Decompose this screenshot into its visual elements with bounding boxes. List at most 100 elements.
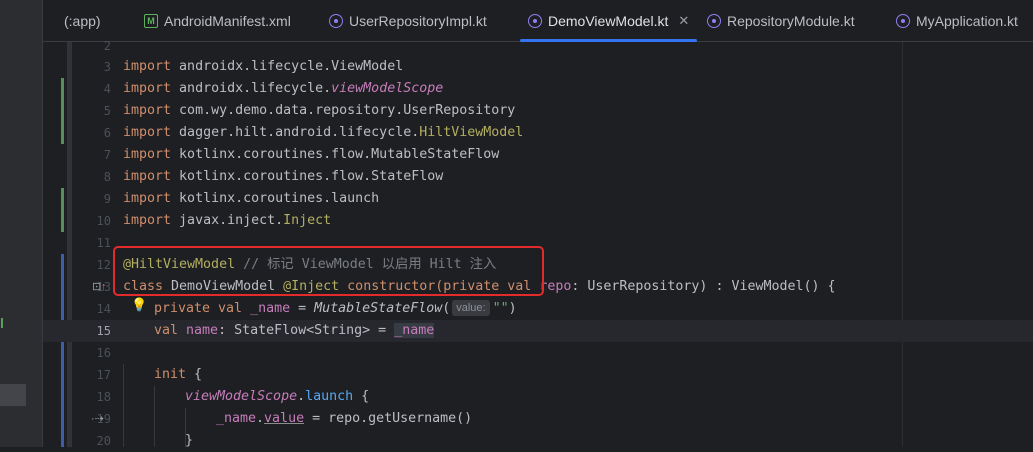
line-number: 10 (96, 214, 111, 228)
property-reference: _name (394, 323, 435, 338)
line-number: 12 (96, 258, 111, 272)
code-text: } (185, 430, 193, 452)
lightbulb-icon[interactable]: 💡 (131, 297, 147, 313)
line-number: 9 (103, 192, 111, 206)
code-token: ) (508, 301, 517, 316)
code-token: kotlinx.coroutines.flow.MutableStateFlow (171, 147, 500, 162)
code-line: 9 import kotlinx.coroutines.launch (43, 188, 1033, 210)
extension-property: viewModelScope (331, 81, 444, 96)
line-number: 20 (96, 434, 111, 448)
code-line-current: 15 val name: StateFlow<String> = _name (43, 320, 1033, 342)
line-number: 4 (103, 82, 111, 96)
code-line: 16 (43, 342, 1033, 364)
suspend-call-icon[interactable]: ·⇢ (91, 408, 104, 430)
line-number: 7 (103, 148, 111, 162)
code-token: : StateFlow<String> = (218, 323, 395, 338)
code-line: 2 (43, 35, 1033, 57)
kotlin-file-icon (707, 14, 721, 28)
line-number: 2 (103, 39, 111, 53)
code-line: 6 import dagger.hilt.android.lifecycle.H… (43, 122, 1033, 144)
code-editor[interactable]: 2 3 import androidx.lifecycle.ViewModel … (43, 39, 1033, 448)
code-text: import kotlinx.coroutines.flow.StateFlow (123, 166, 443, 188)
code-line: 14 private val _name = MutableStateFlow(… (43, 298, 1033, 320)
code-text: _name.value = repo.getUsername() (216, 408, 472, 430)
code-text: import kotlinx.coroutines.flow.MutableSt… (123, 144, 499, 166)
code-token: . (256, 411, 265, 426)
line-number: 5 (103, 104, 111, 118)
code-text: init { (154, 364, 202, 386)
vcs-change-marker (1, 318, 3, 328)
code-token: = repo.getUsername() (304, 411, 473, 426)
code-line: 17 init { (43, 364, 1033, 386)
code-token: { (186, 367, 203, 382)
annotation: HiltViewModel (419, 125, 524, 140)
code-text: import javax.inject.Inject (123, 210, 331, 232)
code-line: 10 import javax.inject.Inject (43, 210, 1033, 232)
property: value (264, 411, 305, 426)
keyword: import (123, 191, 172, 206)
keyword: import (123, 59, 172, 74)
kotlin-file-icon (528, 14, 542, 28)
selected-tree-item[interactable] (0, 384, 26, 406)
code-text: val name: StateFlow<String> = _name (154, 320, 435, 342)
code-line: 18 viewModelScope.launch { (43, 386, 1033, 408)
code-text: import androidx.lifecycle.ViewModel (123, 56, 403, 78)
code-line: 5 import com.wy.demo.data.repository.Use… (43, 100, 1033, 122)
string-literal: "" (492, 301, 509, 316)
line-number: 14 (96, 302, 111, 316)
keyword: import (123, 213, 172, 228)
code-text: import androidx.lifecycle.viewModelScope (123, 78, 443, 100)
code-token: com.wy.demo.data.repository.UserReposito… (171, 103, 516, 118)
override-arrow-icon[interactable]: ↑ (101, 276, 107, 298)
highlight-box (113, 246, 544, 296)
project-tool-window-strip (0, 0, 42, 447)
code-token: kotlinx.coroutines.flow.StateFlow (171, 169, 444, 184)
line-number: 18 (96, 390, 111, 404)
kotlin-file-icon (896, 14, 910, 28)
code-line: 8 import kotlinx.coroutines.flow.StateFl… (43, 166, 1033, 188)
line-number: 11 (96, 236, 111, 250)
line-number: 15 (96, 324, 111, 338)
code-line: 20 } (43, 430, 1033, 452)
line-number: 17 (96, 368, 111, 382)
code-token: : UserRepository) : ViewModel() { (571, 279, 836, 294)
code-token: androidx.lifecycle. (171, 81, 332, 96)
line-number: 16 (96, 346, 111, 360)
extension-property: viewModelScope (185, 389, 298, 404)
code-token: = (290, 301, 315, 316)
code-token: kotlinx.coroutines.launch (171, 191, 380, 206)
code-text: private val _name = MutableStateFlow(val… (154, 298, 517, 320)
code-line: 4 import androidx.lifecycle.viewModelSco… (43, 78, 1033, 100)
keyword: private val (154, 301, 243, 316)
property: name (178, 323, 219, 338)
code-token: dagger.hilt.android.lifecycle. (171, 125, 420, 140)
tab-label: (:app) (64, 13, 101, 29)
property: _name (242, 301, 291, 316)
implemented-icon[interactable]: ⊡ (92, 276, 101, 298)
tab-label: MyApplication.kt (916, 13, 1018, 29)
tab-label: UserRepositoryImpl.kt (349, 13, 487, 29)
tab-label: RepositoryModule.kt (727, 13, 855, 29)
property: _name (216, 411, 257, 426)
close-icon[interactable]: ✕ (678, 13, 689, 29)
code-token: } (185, 433, 194, 448)
keyword: import (123, 81, 172, 96)
code-text: import kotlinx.coroutines.launch (123, 188, 379, 210)
line-number: 8 (103, 170, 111, 184)
keyword: import (123, 103, 172, 118)
code-token: ( (442, 301, 451, 316)
kotlin-file-icon (329, 14, 343, 28)
keyword: init (154, 367, 187, 382)
parameter-hint: value: (452, 300, 490, 316)
code-token: . (297, 389, 306, 404)
line-number: 6 (103, 126, 111, 140)
code-token: javax.inject. (171, 213, 284, 228)
function-call: MutableStateFlow (314, 301, 443, 316)
code-token: androidx.lifecycle.ViewModel (171, 59, 404, 74)
annotation: Inject (283, 213, 332, 228)
keyword: import (123, 125, 172, 140)
line-number: 3 (103, 60, 111, 74)
code-text: import com.wy.demo.data.repository.UserR… (123, 100, 515, 122)
manifest-icon: M (144, 14, 158, 28)
code-token: { (353, 389, 370, 404)
